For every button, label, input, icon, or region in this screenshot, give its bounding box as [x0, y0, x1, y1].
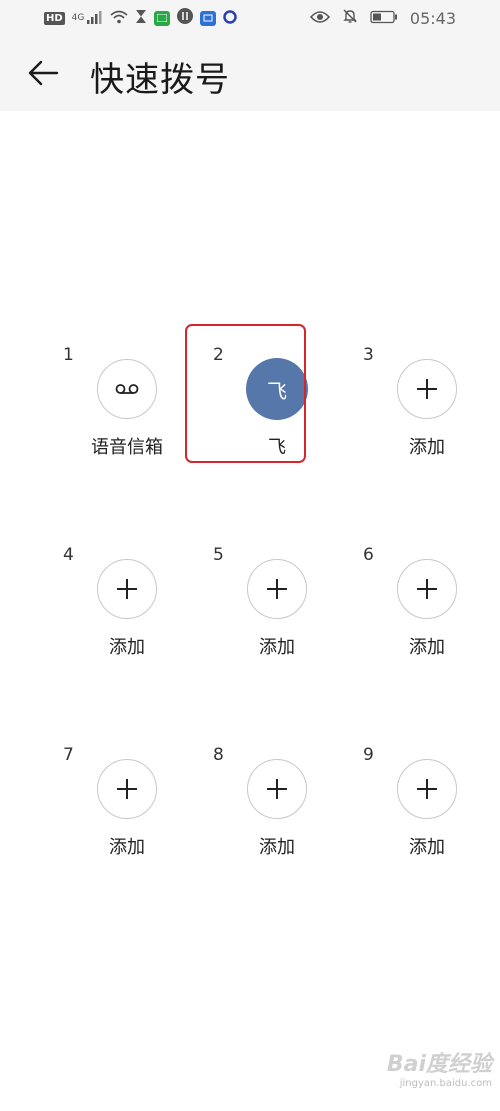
sync-icon	[177, 8, 194, 28]
plus-icon	[117, 579, 137, 599]
arrow-left-icon	[28, 60, 59, 86]
plus-icon	[267, 779, 287, 799]
speed-dial-slot-3[interactable]: 3 添加	[363, 345, 483, 475]
status-time: 05:43	[409, 8, 456, 28]
page-title: 快速拨号	[90, 60, 230, 100]
slot-number: 3	[363, 345, 374, 365]
status-right-group: 05:43	[309, 8, 456, 28]
plus-icon	[267, 579, 287, 599]
slot-label: 添加	[259, 637, 295, 658]
app-notification-icon	[154, 10, 171, 26]
slot-label: 添加	[409, 837, 445, 858]
slot-number: 7	[63, 745, 74, 765]
watermark-url: jingyan.baidu.com	[399, 1078, 492, 1089]
plus-icon	[417, 779, 437, 799]
slot-number: 6	[363, 545, 374, 565]
slot-number: 1	[63, 345, 74, 365]
add-button[interactable]	[397, 359, 457, 419]
slot-label: 飞	[268, 437, 286, 458]
plus-icon	[417, 379, 437, 399]
voicemail-icon	[115, 384, 139, 394]
speed-dial-slot-8[interactable]: 8 添加	[213, 745, 333, 875]
eye-icon	[309, 9, 330, 28]
add-button[interactable]	[97, 559, 157, 619]
add-button[interactable]	[97, 759, 157, 819]
hourglass-icon	[135, 9, 147, 28]
signal-icon	[87, 9, 103, 28]
slot-label: 添加	[109, 637, 145, 658]
app-notification-icon-2	[200, 10, 217, 26]
battery-icon	[370, 9, 398, 28]
slot-label: 添加	[109, 837, 145, 858]
speed-dial-slot-9[interactable]: 9 添加	[363, 745, 483, 875]
slot-label: 添加	[409, 437, 445, 458]
wifi-icon	[110, 9, 128, 28]
app-header: 快速拨号	[0, 36, 500, 111]
status-bar: HD 4G 05:43	[0, 0, 500, 36]
speed-dial-slot-5[interactable]: 5 添加	[213, 545, 333, 675]
watermark-logo: Bai度经验	[386, 1052, 492, 1077]
network-type-label: 4G	[71, 13, 85, 23]
plus-icon	[117, 779, 137, 799]
speed-dial-slot-7[interactable]: 7 添加	[63, 745, 183, 875]
slot-number: 8	[213, 745, 224, 765]
hd-badge: HD	[44, 11, 65, 25]
add-button[interactable]	[247, 559, 307, 619]
avatar-initial: 飞	[267, 378, 287, 403]
add-button[interactable]	[247, 759, 307, 819]
add-button[interactable]	[397, 759, 457, 819]
back-button[interactable]	[26, 56, 60, 90]
watermark: Bai度经验 jingyan.baidu.com	[387, 1046, 492, 1089]
slot-number: 2	[213, 345, 224, 365]
slot-number: 4	[63, 545, 74, 565]
slot-label: 语音信箱	[91, 437, 163, 458]
plus-icon	[417, 579, 437, 599]
slot-label: 添加	[409, 637, 445, 658]
speed-dial-slot-6[interactable]: 6 添加	[363, 545, 483, 675]
bell-off-icon	[342, 8, 358, 28]
slot-label: 添加	[259, 837, 295, 858]
speed-dial-slot-2[interactable]: 2 飞 飞	[213, 345, 333, 475]
slot-number: 5	[213, 545, 224, 565]
speed-dial-slot-4[interactable]: 4 添加	[63, 545, 183, 675]
status-left-group: HD 4G	[44, 8, 238, 28]
speed-dial-slot-1[interactable]: 1 语音信箱	[63, 345, 183, 475]
browser-icon	[223, 9, 238, 28]
add-button[interactable]	[397, 559, 457, 619]
slot-number: 9	[363, 745, 374, 765]
contact-avatar[interactable]: 飞	[246, 358, 308, 420]
voicemail-button[interactable]	[97, 359, 157, 419]
